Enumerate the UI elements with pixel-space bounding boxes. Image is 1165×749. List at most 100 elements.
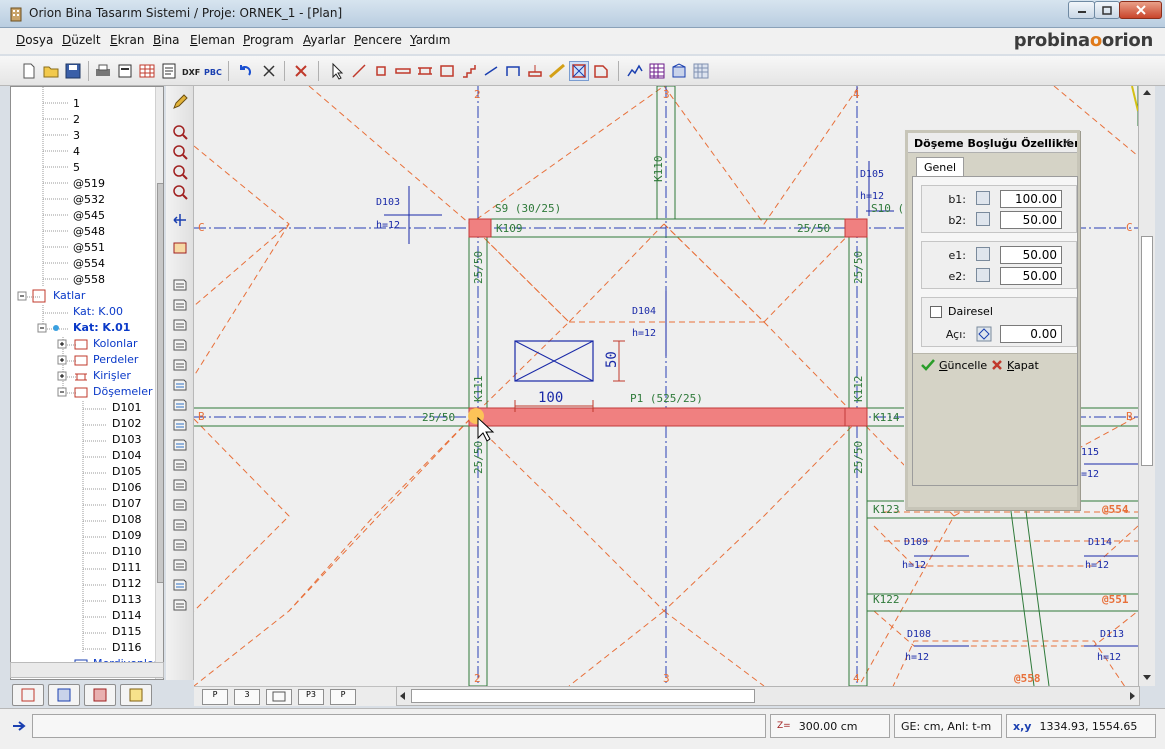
tab-structure-tree[interactable] — [12, 684, 44, 706]
wall-tool-icon[interactable] — [394, 62, 412, 80]
update-button[interactable]: Güncelle — [921, 355, 987, 375]
wall-label-p1[interactable]: P1 (525/25) — [630, 392, 703, 405]
stack-tool-15-icon[interactable] — [172, 556, 188, 572]
view-tab-3d[interactable]: 3 — [234, 689, 260, 705]
zoom-window-icon[interactable] — [172, 124, 188, 140]
maximize-button[interactable] — [1094, 1, 1120, 19]
dialog-close-icon[interactable]: ✕ — [1062, 136, 1071, 149]
open-folder-icon[interactable] — [42, 62, 60, 80]
ramp-tool-icon[interactable] — [548, 62, 566, 80]
slab-label-d104[interactable]: D104 — [632, 306, 656, 317]
stack-tool-8-icon[interactable] — [172, 416, 188, 432]
beam-label-k110[interactable]: K110 — [652, 156, 665, 183]
project-tree[interactable]: 1 2 3 4 5 @519 @532 @545 @548 @551 @554 … — [10, 86, 164, 680]
frame-tool-icon[interactable] — [504, 62, 522, 80]
slab-label-d115[interactable]: 115 — [1081, 447, 1099, 458]
e1-field[interactable] — [1000, 246, 1062, 264]
new-file-icon[interactable] — [20, 62, 38, 80]
stack-tool-2-icon[interactable] — [172, 296, 188, 312]
tab-genel[interactable]: Genel — [916, 157, 964, 177]
menu-pencere[interactable]: Pencere — [354, 33, 402, 47]
stack-tool-10-icon[interactable] — [172, 456, 188, 472]
menu-bina[interactable]: Bina — [153, 33, 180, 47]
stack-tool-13-icon[interactable] — [172, 516, 188, 532]
beam-label-k109[interactable]: K109 — [496, 222, 523, 235]
view-tab-windows[interactable] — [266, 689, 292, 705]
command-line[interactable] — [32, 714, 766, 738]
save-icon[interactable] — [64, 62, 82, 80]
menu-yardim[interactable]: Yardım — [410, 33, 450, 47]
b1-field[interactable] — [1000, 190, 1062, 208]
zoom-extents-icon[interactable] — [172, 184, 188, 200]
canvas-vertical-scrollbar[interactable] — [1138, 86, 1155, 686]
beam-label-k112[interactable]: K112 — [852, 376, 865, 403]
stack-tool-11-icon[interactable] — [172, 476, 188, 492]
tab-drawings[interactable] — [84, 684, 116, 706]
pan-icon[interactable] — [172, 212, 188, 228]
menu-eleman[interactable]: Eleman — [190, 33, 235, 47]
grid-icon[interactable] — [648, 62, 666, 80]
menu-duzelt[interactable]: Düzelt — [62, 33, 101, 47]
stack-tool-16-icon[interactable] — [172, 576, 188, 592]
select-arrow-icon[interactable] — [328, 62, 346, 80]
stack-tool-12-icon[interactable] — [172, 496, 188, 512]
view-tab-p-split[interactable]: P — [330, 689, 356, 705]
tree-horizontal-scrollbar[interactable] — [10, 662, 164, 678]
table-icon[interactable] — [138, 62, 156, 80]
stack-tool-3-icon[interactable] — [172, 316, 188, 332]
slab-label-d103[interactable]: D103 — [376, 197, 400, 208]
column-label-s10[interactable]: S10 ( — [871, 202, 904, 215]
b2-field[interactable] — [1000, 211, 1062, 229]
horizontal-scroll-thumb[interactable] — [411, 689, 755, 703]
close-button[interactable] — [1119, 1, 1162, 19]
menu-dosya[interactable]: Dosya — [16, 33, 53, 47]
menu-ekran[interactable]: Ekran — [110, 33, 144, 47]
undo-icon[interactable] — [236, 62, 254, 80]
circular-checkbox[interactable] — [930, 306, 942, 318]
document-icon[interactable] — [160, 62, 178, 80]
minimize-button[interactable] — [1068, 1, 1095, 19]
tab-sections[interactable] — [48, 684, 80, 706]
beam-tool-icon[interactable] — [416, 62, 434, 80]
vertical-scroll-thumb[interactable] — [1141, 236, 1153, 466]
print-icon[interactable] — [94, 62, 112, 80]
layers-icon[interactable] — [172, 240, 188, 256]
slab-label-d109[interactable]: D109 — [904, 537, 928, 548]
print-preview-icon[interactable] — [116, 62, 134, 80]
slab-label-d113[interactable]: D113 — [1100, 629, 1124, 640]
slab-tool-icon[interactable] — [438, 62, 456, 80]
stair-tool-icon[interactable] — [460, 62, 478, 80]
slab-label-d114[interactable]: D114 — [1088, 537, 1112, 548]
stack-tool-1-icon[interactable] — [172, 276, 188, 292]
zoom-previous-icon[interactable] — [172, 144, 188, 160]
region-tool-icon[interactable] — [592, 62, 610, 80]
pbc-icon[interactable]: PBC — [204, 62, 222, 80]
tree-vertical-scrollbar[interactable] — [155, 87, 163, 679]
column-tool-icon[interactable] — [372, 62, 390, 80]
stack-tool-17-icon[interactable] — [172, 596, 188, 612]
beam-label-k123[interactable]: K123 — [873, 503, 900, 516]
view-tab-plan[interactable]: P — [202, 689, 228, 705]
view-tab-p3[interactable]: P3 — [298, 689, 324, 705]
menu-program[interactable]: Program — [243, 33, 294, 47]
beam-label-k114[interactable]: K114 — [873, 411, 900, 424]
chart-icon[interactable] — [626, 62, 644, 80]
stack-tool-6-icon[interactable] — [172, 376, 188, 392]
slab-label-d105[interactable]: D105 — [860, 169, 884, 180]
foundation-tool-icon[interactable] — [526, 62, 544, 80]
zoom-all-icon[interactable] — [172, 164, 188, 180]
stack-tool-7-icon[interactable] — [172, 396, 188, 412]
menu-ayarlar[interactable]: Ayarlar — [303, 33, 345, 47]
pencil-icon[interactable] — [172, 94, 188, 110]
angle-field[interactable] — [1000, 325, 1062, 343]
dialog-title[interactable]: Döşeme Boşluğu Özellikleri — [908, 133, 1077, 153]
line-tool-icon[interactable] — [350, 62, 368, 80]
column-label-s9[interactable]: S9 (30/25) — [495, 202, 561, 215]
tree-scroll-thumb[interactable] — [157, 183, 163, 583]
beam-label-k111[interactable]: K111 — [472, 376, 485, 403]
cut-icon[interactable] — [260, 62, 278, 80]
close-dialog-button[interactable]: Kapat — [991, 355, 1039, 375]
delete-icon[interactable] — [292, 62, 310, 80]
slab-label-d108[interactable]: D108 — [907, 629, 931, 640]
slab-opening-properties-dialog[interactable]: Döşeme Boşluğu Özellikleri ✕ Genel b1: b… — [905, 130, 1080, 510]
